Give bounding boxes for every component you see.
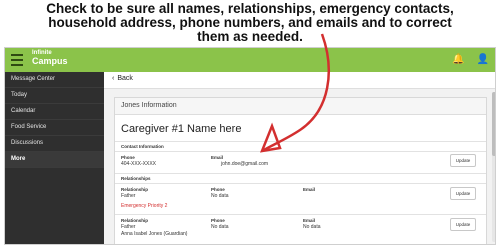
phone-value: 404-XXX-XXXX bbox=[121, 161, 157, 167]
sidebar-item-today[interactable]: Today bbox=[5, 88, 104, 104]
relationship-phone-value: No data bbox=[211, 224, 229, 230]
update-relationship-button[interactable]: Update bbox=[450, 218, 476, 231]
person-icon[interactable]: 👤 bbox=[477, 54, 489, 65]
relationship-email-label: Email bbox=[303, 187, 316, 192]
scrollbar-thumb[interactable] bbox=[492, 92, 495, 156]
panel-title: Jones Information bbox=[115, 98, 486, 115]
divider bbox=[115, 151, 486, 152]
email-value: john.doe@gmail.com bbox=[221, 161, 269, 167]
instruction-text: Check to be sure all names, relationship… bbox=[0, 0, 500, 46]
email-label: Email bbox=[211, 155, 224, 160]
instruction-line: them as needed. bbox=[197, 29, 303, 44]
top-bar: Infinite Campus 🔔 👤 bbox=[5, 48, 495, 72]
divider bbox=[115, 141, 486, 142]
relationship-phone-label: Phone bbox=[211, 218, 225, 223]
guardian-name: Anna Isabel Jones (Guardian) bbox=[121, 231, 188, 237]
relationships-section-label: Relationships bbox=[121, 176, 151, 181]
update-contact-button[interactable]: Update bbox=[450, 154, 476, 167]
phone-label: Phone bbox=[121, 155, 135, 160]
app-window: Infinite Campus 🔔 👤 Message Center Today… bbox=[4, 47, 496, 245]
sidebar-item-discussions[interactable]: Discussions bbox=[5, 136, 104, 152]
divider bbox=[115, 214, 486, 215]
relationship-email-label: Email bbox=[303, 218, 316, 223]
bell-icon[interactable]: 🔔 bbox=[452, 54, 464, 65]
caregiver-name: Caregiver #1 Name here bbox=[121, 123, 242, 135]
scrollbar[interactable] bbox=[492, 92, 495, 242]
update-relationship-button[interactable]: Update bbox=[450, 187, 476, 200]
relationship-label: Relationship bbox=[121, 187, 149, 192]
household-panel: Jones Information Caregiver #1 Name here… bbox=[114, 97, 487, 244]
sidebar: Message Center Today Calendar Food Servi… bbox=[5, 72, 104, 244]
divider bbox=[115, 173, 486, 174]
chevron-left-icon: ‹ bbox=[112, 75, 115, 82]
back-label: Back bbox=[117, 75, 133, 82]
relationship-phone-label: Phone bbox=[211, 187, 225, 192]
contact-section-label: Contact Information bbox=[121, 144, 164, 149]
sidebar-item-more[interactable]: More bbox=[5, 152, 104, 168]
divider bbox=[115, 183, 486, 184]
relationship-label: Relationship bbox=[121, 218, 149, 223]
sidebar-item-food-service[interactable]: Food Service bbox=[5, 120, 104, 136]
relationship-value: Father bbox=[121, 224, 136, 230]
hamburger-menu-icon[interactable] bbox=[11, 54, 23, 66]
logo-line-2: Campus bbox=[32, 56, 68, 66]
instruction-line: Check to be sure all names, relationship… bbox=[46, 1, 454, 16]
relationship-value: Father bbox=[121, 193, 136, 199]
instruction-line: household address, phone numbers, and em… bbox=[48, 15, 452, 30]
sidebar-item-calendar[interactable]: Calendar bbox=[5, 104, 104, 120]
back-bar: ‹ Back bbox=[104, 72, 495, 89]
app-logo[interactable]: Infinite Campus bbox=[32, 50, 92, 70]
relationship-email-value: No data bbox=[303, 224, 321, 230]
back-button[interactable]: ‹ Back bbox=[112, 75, 133, 82]
relationship-phone-value: No data bbox=[211, 193, 229, 199]
main-content: ‹ Back Jones Information Caregiver #1 Nam… bbox=[104, 72, 495, 244]
top-icons: 🔔 👤 bbox=[452, 54, 489, 65]
sidebar-item-message-center[interactable]: Message Center bbox=[5, 72, 104, 88]
emergency-priority: Emergency Priority 2 bbox=[121, 203, 168, 209]
